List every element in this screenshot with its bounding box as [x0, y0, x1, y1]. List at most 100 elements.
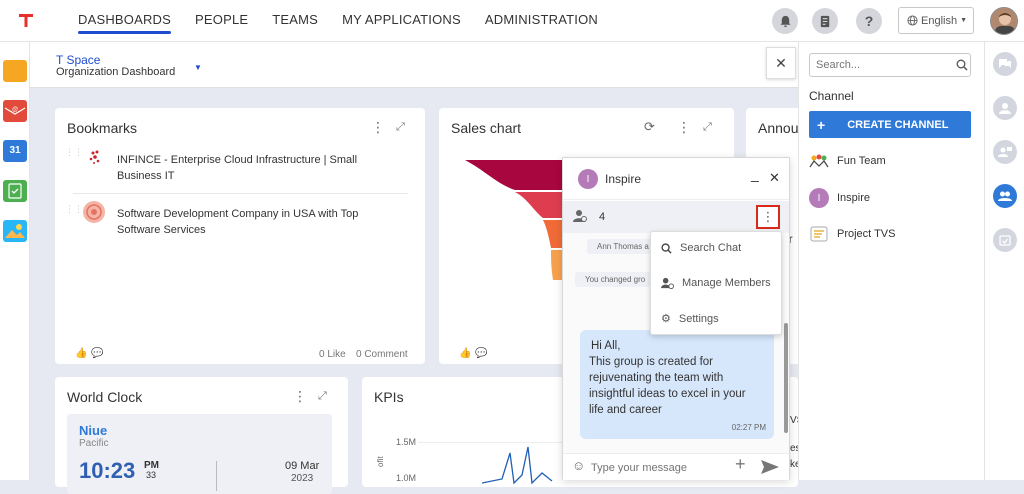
inspire-avatar: I — [809, 188, 829, 208]
comment-icon[interactable]: 💬 — [91, 348, 103, 359]
calendar-check-icon[interactable] — [993, 228, 1017, 252]
channel-search-input[interactable] — [816, 58, 946, 72]
dashboard-header: T Space Organization Dashboard ▼ ✕ — [30, 42, 798, 88]
bookmarks-title: Bookmarks — [67, 120, 138, 136]
world-clock-card: World Clock ⋮ ⤢ Niue Pacific 10:23 PM 33… — [55, 377, 348, 494]
nav-teams[interactable]: TEAMS — [260, 0, 330, 42]
search-icon[interactable] — [956, 59, 968, 71]
bookmark-link-2[interactable]: Software Development Company in USA with… — [117, 206, 377, 238]
drag-handle-icon[interactable]: ⋮⋮ — [65, 148, 83, 157]
attach-plus-icon[interactable]: + — [735, 454, 746, 475]
emoji-icon[interactable]: ☺ — [572, 458, 585, 473]
like-icon[interactable]: 👍 — [75, 348, 87, 359]
likes-count[interactable]: 0 Like — [319, 349, 346, 360]
kpi-partial-text-2: es — [790, 443, 798, 454]
members-icon[interactable] — [573, 209, 587, 223]
bookmark-link-1[interactable]: INFINCE - Enterprise Cloud Infrastructur… — [117, 152, 377, 184]
chat-scrollbar[interactable] — [784, 323, 788, 433]
tasks-icon[interactable] — [812, 8, 838, 34]
person-icon[interactable] — [993, 96, 1017, 120]
calendar-app-icon[interactable]: 31 — [3, 140, 27, 162]
chat-avatar: I — [578, 169, 598, 189]
like-icon[interactable]: 👍 — [459, 348, 471, 359]
channel-project-tvs[interactable]: Project TVS — [809, 223, 896, 245]
world-clock-expand-icon[interactable]: ⤢ — [318, 390, 327, 403]
channel-name: Inspire — [837, 192, 871, 204]
notifications-bell-icon[interactable] — [772, 8, 798, 34]
left-app-bar: @ 31 — [0, 42, 30, 480]
globe-icon — [907, 15, 918, 26]
refresh-icon[interactable]: ⟳ — [644, 119, 655, 135]
clock-region: Pacific — [79, 438, 109, 449]
chat-bubbles-icon[interactable] — [993, 52, 1017, 76]
menu-search-chat[interactable]: Search Chat — [661, 242, 741, 254]
chat-title: Inspire — [605, 172, 642, 186]
right-icon-rail — [984, 42, 1024, 480]
help-icon[interactable]: ? — [856, 8, 882, 34]
project-tvs-icon — [810, 226, 828, 242]
bookmark-2-line2: Software Services — [117, 224, 206, 236]
world-clock-title: World Clock — [67, 389, 143, 405]
system-message-1: Ann Thomas a — [587, 239, 659, 254]
caret-down-icon: ▼ — [960, 17, 968, 24]
bookmarks-expand-icon[interactable]: ⤢ — [396, 121, 405, 134]
menu-manage-members[interactable]: Manage Members — [661, 277, 771, 289]
nav-administration[interactable]: ADMINISTRATION — [473, 0, 610, 42]
send-icon[interactable] — [761, 460, 779, 474]
create-channel-label: CREATE CHANNEL — [847, 118, 949, 131]
channel-inspire[interactable]: I Inspire — [809, 187, 870, 209]
mail-app-icon[interactable]: @ — [3, 100, 27, 122]
divider — [73, 193, 408, 194]
minimize-icon[interactable]: _ — [751, 166, 759, 182]
world-clock-menu-icon[interactable]: ⋮ — [293, 388, 307, 405]
drag-handle-icon[interactable]: ⋮⋮ — [65, 205, 83, 214]
message-line: rejuvenating the team with — [589, 372, 724, 384]
menu-label: Search Chat — [680, 242, 742, 254]
sales-menu-icon[interactable]: ⋮ — [677, 119, 691, 136]
message-line: This group is created for — [589, 356, 714, 368]
comments-count[interactable]: 0 Comment — [356, 349, 408, 360]
nav-people[interactable]: PEOPLE — [183, 0, 260, 42]
svg-text:@: @ — [12, 107, 18, 113]
app-logo-icon[interactable] — [16, 10, 36, 30]
main-nav: DASHBOARDS PEOPLE TEAMS MY APPLICATIONS … — [66, 0, 610, 42]
nav-my-applications[interactable]: MY APPLICATIONS — [330, 0, 473, 42]
message-time: 02:27 PM — [731, 423, 766, 432]
tasks-app-icon[interactable] — [3, 180, 27, 202]
sales-expand-icon[interactable]: ⤢ — [703, 121, 712, 134]
infince-favicon — [89, 150, 100, 164]
fun-team-icon — [809, 154, 829, 168]
language-selector[interactable]: English ▼ — [898, 7, 974, 34]
chat-header: I Inspire _ ✕ — [563, 158, 789, 200]
nav-dashboards[interactable]: DASHBOARDS — [66, 0, 183, 42]
chat-options-button[interactable]: ⋮ — [756, 205, 780, 229]
channel-fun-team[interactable]: Fun Team — [809, 150, 886, 172]
chat-members-bar: 4 ⋮ — [563, 201, 789, 233]
manage-members-icon — [661, 277, 674, 289]
bookmark-1-line2: Business IT — [117, 170, 175, 182]
kpi-axis-tick-1: 1.5M — [396, 437, 417, 447]
comment-icon[interactable]: 💬 — [475, 348, 487, 359]
close-panel-button[interactable]: ✕ — [766, 47, 796, 79]
group-chat-icon[interactable] — [993, 140, 1017, 164]
folder-app-icon[interactable] — [3, 60, 27, 82]
gear-icon: ⚙ — [661, 313, 671, 325]
create-channel-button[interactable]: + CREATE CHANNEL — [809, 111, 971, 138]
space-name[interactable]: T Space — [56, 53, 100, 67]
message-line: life and career — [589, 404, 662, 416]
close-chat-icon[interactable]: ✕ — [769, 170, 780, 186]
dashboard-name[interactable]: Organization Dashboard — [56, 66, 175, 78]
gallery-app-icon[interactable] — [3, 220, 27, 242]
user-avatar[interactable] — [990, 7, 1018, 35]
clock-divider — [216, 461, 217, 491]
dashboard-dropdown-icon[interactable]: ▼ — [194, 63, 202, 72]
chat-message-input[interactable] — [591, 460, 731, 476]
chat-message-bubble: Hi All, This group is created for rejuve… — [580, 330, 774, 439]
kpis-title: KPIs — [374, 389, 404, 405]
bookmark-1-line1: INFINCE - Enterprise Cloud Infrastructur… — [117, 154, 358, 166]
top-bar: DASHBOARDS PEOPLE TEAMS MY APPLICATIONS … — [0, 0, 1024, 42]
menu-settings[interactable]: ⚙ Settings — [661, 312, 719, 326]
bookmarks-menu-icon[interactable]: ⋮ — [371, 119, 385, 136]
search-icon — [661, 242, 672, 254]
channels-icon[interactable] — [993, 184, 1017, 208]
